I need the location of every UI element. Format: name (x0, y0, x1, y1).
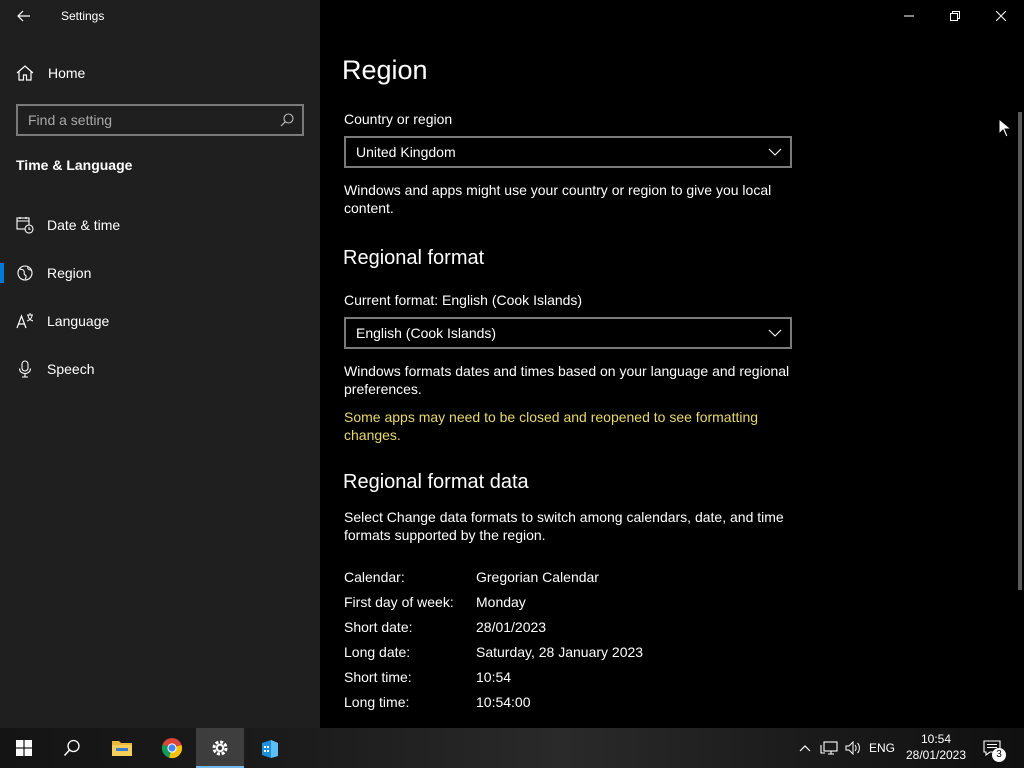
close-button[interactable] (978, 0, 1024, 32)
format-warning: Some apps may need to be closed and reop… (344, 409, 759, 443)
restore-button[interactable] (932, 0, 978, 32)
sidebar-item-label: Date & time (47, 217, 121, 233)
country-description: Windows and apps might use your country … (344, 182, 772, 216)
window-title: Settings (61, 9, 105, 23)
microphone-icon (18, 360, 32, 378)
taskbar-clock[interactable]: 10:54 28/01/2023 (900, 731, 972, 763)
regional-format-dropdown[interactable]: English (Cook Islands) (344, 317, 792, 349)
format-data-heading: Regional format data (343, 471, 529, 493)
taskbar: ENG 10:54 28/01/2023 3 (0, 728, 1024, 768)
format-data-value: 10:54:00 (476, 694, 531, 710)
clock-time: 10:54 (920, 732, 952, 746)
sidebar-item-region[interactable]: Region (0, 253, 320, 293)
country-label: Country or region (344, 111, 453, 127)
back-arrow-icon (17, 10, 30, 22)
format-data-value: 28/01/2023 (476, 619, 547, 635)
format-data-key: Long time: (344, 694, 410, 710)
file-explorer-button[interactable] (98, 728, 146, 768)
chevron-down-icon (768, 148, 782, 156)
current-format-label: Current format: English (Cook Islands) (344, 292, 583, 308)
store-icon (262, 740, 278, 758)
regional-format-heading: Regional format (343, 247, 485, 269)
sidebar-item-date-time[interactable]: Date & time (0, 205, 320, 245)
home-label: Home (48, 65, 86, 81)
format-data-value: Gregorian Calendar (476, 569, 599, 585)
search-icon (63, 739, 80, 757)
country-dropdown[interactable]: United Kingdom (344, 136, 792, 168)
format-data-value: 10:54 (476, 669, 512, 685)
format-data-key: Short date: (344, 619, 413, 635)
back-button[interactable] (8, 2, 40, 30)
format-data-value: Monday (476, 594, 526, 610)
settings-icon (212, 740, 228, 756)
chrome-button[interactable] (148, 728, 196, 768)
format-description: Windows formats dates and times based on… (344, 363, 790, 397)
format-data-key: Calendar: (344, 569, 405, 585)
minimize-icon (904, 15, 914, 17)
network-icon (820, 741, 838, 755)
sidebar-item-label: Language (47, 313, 110, 329)
region-page: Region Country or region United Kingdom … (320, 0, 1024, 728)
store-button[interactable] (246, 728, 294, 768)
show-hidden-icons-button[interactable] (796, 728, 814, 768)
home-icon (16, 65, 34, 81)
sidebar-item-label: Region (47, 265, 92, 281)
calendar-clock-icon (16, 217, 34, 234)
sidebar-item-language[interactable]: Language (0, 301, 320, 341)
search-icon[interactable] (280, 113, 294, 127)
taskbar-search-button[interactable] (48, 728, 96, 768)
format-data-key: Short time: (344, 669, 412, 685)
format-data-description: Select Change data formats to switch amo… (344, 509, 784, 543)
input-language-indicator[interactable]: ENG (866, 728, 898, 768)
format-value: English (Cook Islands) (356, 325, 497, 341)
close-icon (996, 11, 1006, 21)
file-explorer-icon (112, 741, 132, 756)
format-data-value: Saturday, 28 January 2023 (476, 644, 644, 660)
country-value: United Kingdom (356, 144, 456, 160)
page-title: Region (342, 55, 428, 85)
settings-search-box[interactable] (16, 104, 304, 136)
mouse-cursor-icon (998, 118, 1012, 138)
selection-indicator (0, 263, 4, 283)
restore-icon (950, 11, 960, 21)
volume-icon (845, 741, 860, 755)
notification-count-badge: 3 (992, 748, 1006, 762)
section-title: Time & Language (16, 157, 133, 173)
clock-date: 28/01/2023 (905, 748, 967, 762)
scrollbar[interactable] (1018, 112, 1022, 590)
globe-icon (17, 265, 33, 281)
settings-taskbar-button[interactable] (196, 728, 244, 768)
start-button[interactable] (0, 728, 48, 768)
home-nav-item[interactable]: Home (0, 56, 320, 90)
sidebar-item-label: Speech (47, 361, 95, 377)
start-icon (16, 740, 32, 756)
chevron-up-icon (799, 745, 811, 752)
format-data-key: Long date: (344, 644, 411, 660)
sidebar-item-speech[interactable]: Speech (0, 349, 320, 389)
minimize-button[interactable] (886, 0, 932, 32)
search-input[interactable] (18, 112, 268, 128)
chevron-down-icon (768, 329, 782, 337)
settings-sidebar: Settings Home Time & Language Date & tim… (0, 0, 320, 728)
format-data-key: First day of week: (344, 594, 454, 610)
language-icon (16, 313, 34, 329)
volume-tray-button[interactable] (842, 728, 864, 768)
chrome-icon (161, 738, 182, 759)
network-tray-button[interactable] (818, 728, 840, 768)
